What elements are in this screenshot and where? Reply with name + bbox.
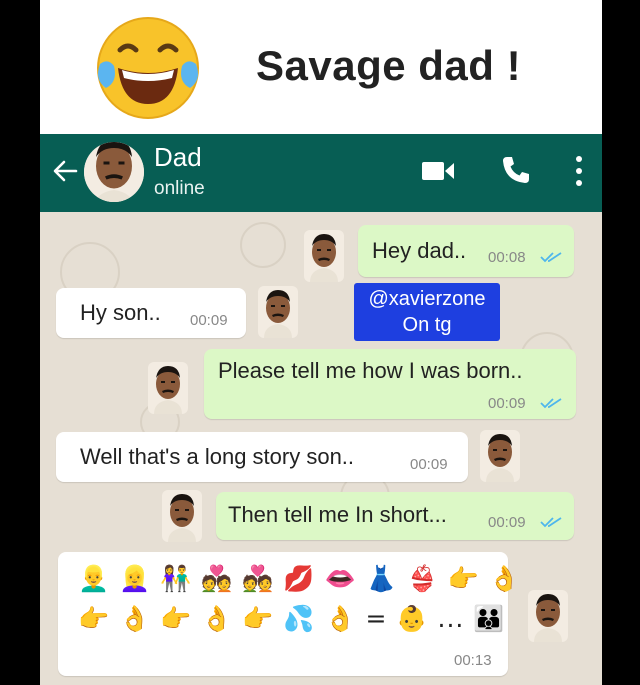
chat-header: Dad online xyxy=(40,134,602,212)
chat-area[interactable]: Hey dad.. 00:08 Hy son.. 00:09 @xavierzo… xyxy=(40,212,602,685)
dad-avatar xyxy=(258,286,298,338)
message-bubble-incoming[interactable]: Well that's a long story son.. 00:09 xyxy=(56,432,468,482)
message-bubble-outgoing[interactable]: Hey dad.. 00:08 xyxy=(358,225,574,277)
tears-of-joy-icon xyxy=(97,17,199,119)
message-bubble-incoming[interactable]: Hy son.. 00:09 xyxy=(56,288,246,338)
message-text: Hy son.. xyxy=(80,300,161,325)
contact-status: online xyxy=(154,178,205,199)
watermark-handle: @xavierzone xyxy=(368,288,486,310)
watermark-badge: @xavierzone On tg xyxy=(354,283,500,341)
message-text: Hey dad.. xyxy=(372,238,467,263)
video-call-icon[interactable] xyxy=(420,158,456,184)
dad-avatar xyxy=(162,490,202,542)
meme-frame: Savage dad ! Dad online Hey dad.. 00:08 … xyxy=(40,0,602,685)
message-bubble-incoming[interactable]: 👱‍♂️ 👱‍♀️ 👫 💑 💑 💋 👄 👗 👙 👉 👌 👉 👌 👉 👌 👉 💦 … xyxy=(58,552,520,676)
message-time: 00:09 xyxy=(190,312,228,329)
message-time: 00:09 xyxy=(488,514,526,531)
double-check-icon xyxy=(540,252,562,263)
dad-avatar xyxy=(528,590,568,642)
emoji-sequence-row-2: 👉 👌 👉 👌 👉 💦 👌 = 👶 ... 👪 xyxy=(78,604,506,633)
message-time: 00:09 xyxy=(488,395,526,412)
back-arrow-icon[interactable] xyxy=(50,156,80,186)
dad-avatar xyxy=(304,230,344,282)
contact-avatar[interactable] xyxy=(84,142,144,202)
emoji-sequence-row-1: 👱‍♂️ 👱‍♀️ 👫 💑 💑 💋 👄 👗 👙 👉 👌 xyxy=(78,564,521,593)
dad-avatar xyxy=(480,430,520,482)
message-text: Then tell me In short... xyxy=(228,502,447,527)
message-time: 00:13 xyxy=(454,652,492,669)
message-bubble-outgoing[interactable]: Please tell me how I was born.. 00:09 xyxy=(204,349,576,419)
more-options-icon[interactable] xyxy=(574,154,584,188)
message-time: 00:09 xyxy=(410,456,448,473)
watermark-note: On tg xyxy=(402,314,452,336)
wallpaper-doodle xyxy=(240,222,286,268)
message-bubble-outgoing[interactable]: Then tell me In short... 00:09 xyxy=(216,492,574,540)
phone-call-icon[interactable] xyxy=(500,154,532,186)
contact-name[interactable]: Dad xyxy=(154,142,202,173)
message-time: 00:08 xyxy=(488,249,526,266)
meme-header: Savage dad ! xyxy=(40,0,602,134)
dad-avatar xyxy=(148,362,188,414)
message-text: Please tell me how I was born.. xyxy=(218,358,523,383)
message-text: Well that's a long story son.. xyxy=(80,444,355,469)
double-check-icon xyxy=(540,398,562,409)
meme-title: Savage dad ! xyxy=(256,42,522,89)
double-check-icon xyxy=(540,517,562,528)
